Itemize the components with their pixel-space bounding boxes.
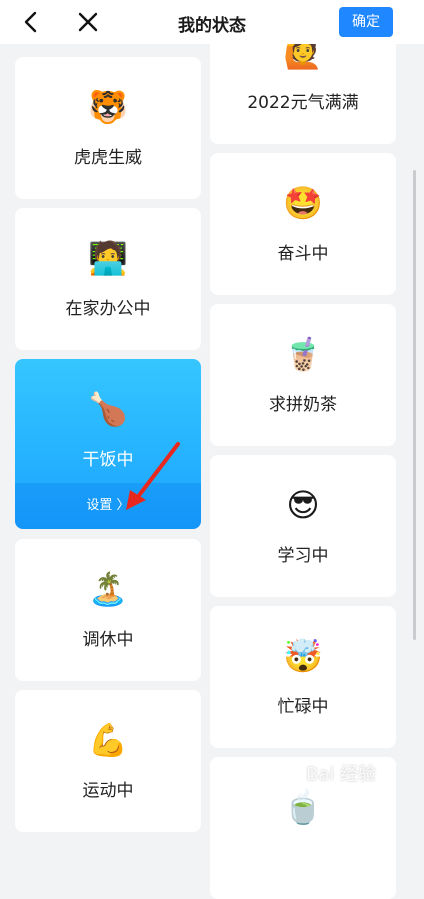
- confirm-button[interactable]: 确定: [339, 7, 393, 37]
- laptop-face-emoji-icon: 🧑‍💻: [88, 239, 128, 277]
- status-card-studying[interactable]: 😎 学习中: [210, 455, 396, 597]
- drumstick-emoji-icon: 🍗: [88, 390, 128, 428]
- red-arrow-annotation-icon: [126, 442, 180, 510]
- headband-face-emoji-icon: 🤩: [283, 184, 323, 222]
- watermark: Bai 经验: [306, 764, 377, 785]
- exploding-head-emoji-icon: 🤯: [283, 637, 323, 675]
- status-label: 奋斗中: [277, 244, 329, 264]
- status-label: 虎虎生威: [74, 148, 142, 168]
- status-card-milk-tea[interactable]: 🧋 求拼奶茶: [210, 304, 396, 446]
- bubble-tea-emoji-icon: 🧋: [283, 335, 323, 373]
- status-label: 调休中: [82, 630, 134, 650]
- status-label: 在家办公中: [65, 299, 151, 319]
- scrollbar[interactable]: [413, 170, 416, 640]
- status-card-busy[interactable]: 🤯 忙碌中: [210, 606, 396, 748]
- status-card-striving[interactable]: 🤩 奋斗中: [210, 153, 396, 295]
- status-label: 学习中: [277, 546, 329, 566]
- top-bar: 我的状态 确定: [0, 0, 424, 44]
- tea-cup-emoji-icon: 🍵: [283, 788, 323, 826]
- status-label: 忙碌中: [277, 697, 329, 717]
- tiger-emoji-icon: 🐯: [88, 88, 128, 126]
- sunglasses-face-emoji-icon: 😎: [286, 486, 320, 524]
- status-label: 2022元气满满: [247, 93, 359, 113]
- status-label: 求拼奶茶: [269, 395, 337, 415]
- status-card-day-off[interactable]: 🏝️ 调休中: [15, 539, 201, 681]
- status-label: 运动中: [82, 781, 134, 801]
- island-emoji-icon: 🏝️: [88, 570, 128, 608]
- status-card-work-from-home[interactable]: 🧑‍💻 在家办公中: [15, 208, 201, 350]
- status-card-tiger[interactable]: 🐯 虎虎生威: [15, 57, 201, 199]
- flexed-arm-emoji-icon: 💪: [88, 721, 128, 759]
